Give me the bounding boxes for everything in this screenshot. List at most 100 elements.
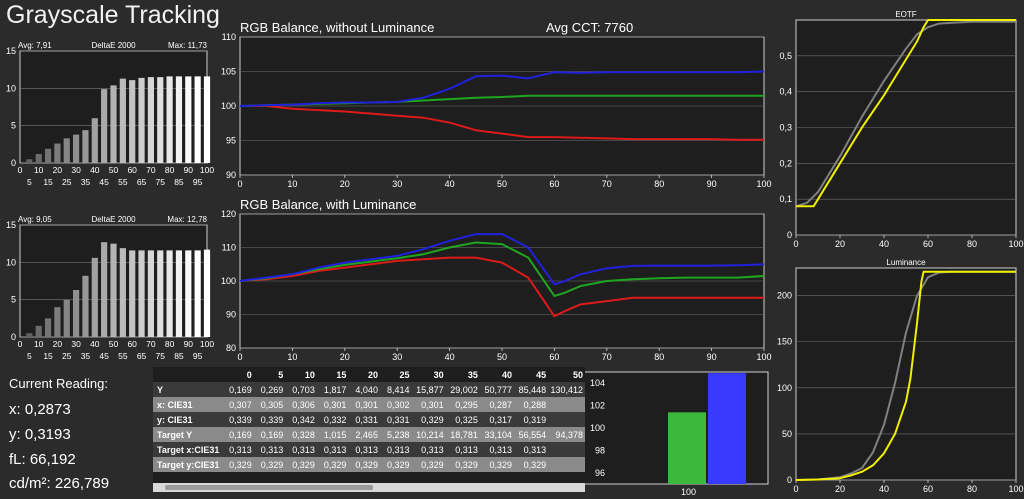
eotf-chart-x-tick-label: 100 <box>1008 239 1023 249</box>
table-cell: 0,302 <box>379 397 412 412</box>
deltae-chart-2-y-tick-label: 15 <box>6 220 16 230</box>
table-cell: 0,313 <box>222 442 254 457</box>
deltae-chart-2-x-tick-label-bottom: 75 <box>156 351 166 361</box>
table-cell: 0,307 <box>222 397 254 412</box>
table-cell: 0,301 <box>411 397 446 412</box>
table-cell: 0,703 <box>285 382 317 397</box>
deltae-chart-2-bar <box>54 307 61 337</box>
table-scrollbar-thumb[interactable] <box>165 485 373 490</box>
deltae-chart-2-bar <box>63 299 70 337</box>
deltae-chart-1-x-tick-label-top: 100 <box>200 165 214 175</box>
deltae-chart-2-x-tick-label-top: 70 <box>146 339 156 349</box>
deltae-chart-2-x-tick-label-bottom: 15 <box>43 351 53 361</box>
rgb-balance-chart-1-x-tick-label: 80 <box>654 179 664 189</box>
table-cell: 0,269 <box>253 382 286 397</box>
rgb-balance-chart-2-x-tick-label: 0 <box>237 352 242 362</box>
table-header-cell: 15 <box>316 367 349 382</box>
deltae-chart-1-bar <box>82 130 89 163</box>
table-row-label: Target Y <box>153 427 223 442</box>
deltae-chart-2-x-tick-label-bottom: 65 <box>137 351 147 361</box>
eotf-chart-x-tick-label: 40 <box>879 239 889 249</box>
table-cell: 29,002 <box>445 382 480 397</box>
table-cell: 0,339 <box>222 412 254 427</box>
deltae-chart-1-x-tick-label-top: 30 <box>71 165 81 175</box>
deltae-chart-1-x-tick-label-bottom: 85 <box>174 177 184 187</box>
luminance-chart-x-tick-label: 40 <box>879 484 889 494</box>
deltae-chart-1-bar <box>166 76 173 163</box>
luminance-chart-y-tick-label: 100 <box>777 383 792 393</box>
deltae-chart-2-bar <box>147 250 154 337</box>
deltae-chart-1-bar <box>147 77 154 163</box>
table-cell: 0,301 <box>316 397 349 412</box>
eotf-chart-y-tick-label: 0,3 <box>779 123 792 133</box>
deltae-chart-2-x-tick-label-top: 90 <box>184 339 194 349</box>
table-cell: 94,378 <box>548 427 585 442</box>
table-cell: 0,339 <box>253 412 286 427</box>
table-cell: 0,317 <box>479 412 514 427</box>
measurement-table[interactable]: 0 5 10 15 20 25 30 35 40 45 50 Y 0,169 0,269 0,703 1,81… <box>153 367 585 492</box>
rgb-bars-chart-x-tick-label: 100 <box>681 487 696 497</box>
current-reading-fl: fL: 66,192 <box>9 451 76 468</box>
deltae-chart-2-bar <box>101 242 108 337</box>
deltae-chart-2-x-tick-label-top: 60 <box>127 339 137 349</box>
deltae-chart-1-bar <box>73 134 80 163</box>
deltae-chart-2-x-tick-label-bottom: 35 <box>81 351 91 361</box>
rgb-balance-chart-2-y-tick-label: 120 <box>221 209 236 219</box>
deltae-chart-2-bar <box>44 318 52 337</box>
deltae-chart-1-x-tick-label-bottom: 45 <box>99 177 109 187</box>
rgb-balance-chart-1-x-tick-label: 10 <box>287 179 297 189</box>
eotf-chart-y-tick-label: 0,4 <box>779 87 792 97</box>
table-horizontal-scrollbar[interactable] <box>153 483 585 492</box>
luminance-chart-y-tick-label: 150 <box>777 337 792 347</box>
deltae-chart-2-avg-label: Avg: 9,05 <box>18 215 52 224</box>
deltae-chart-2-bar <box>82 275 89 337</box>
table-header-row: 0 5 10 15 20 25 30 35 40 45 50 <box>153 367 585 382</box>
table-row: Target Y 0,169 0,169 0,328 1,015 2,465 5,238 10… <box>153 427 585 442</box>
table-cell: 0,313 <box>285 442 317 457</box>
deltae-chart-2-bar <box>166 250 173 337</box>
deltae-chart-1-y-tick-label: 5 <box>11 121 16 131</box>
table-cell: 0,313 <box>316 442 349 457</box>
deltae-chart-1-y-tick-label: 10 <box>6 83 16 93</box>
table-cell: 0,301 <box>348 397 380 412</box>
table-row: x: CIE31 0,307 0,305 0,306 0,301 0,301 0,302 0,… <box>153 397 585 412</box>
luminance-chart-x-tick-label: 0 <box>793 484 798 494</box>
deltae-chart-1-x-tick-label-top: 50 <box>109 165 119 175</box>
table-cell: 4,040 <box>348 382 380 397</box>
rgb-balance-chart-1-y-tick-label: 100 <box>221 101 236 111</box>
deltae-chart-1-bar <box>157 77 164 163</box>
deltae-chart-1-x-tick-label-bottom: 75 <box>156 177 166 187</box>
deltae-chart-2-max-label: Max: 12,78 <box>167 215 207 224</box>
table-cell: 0,329 <box>316 457 349 472</box>
rgb-balance-chart-2-x-tick-label: 80 <box>654 352 664 362</box>
luminance-chart-y-tick-label: 0 <box>787 475 792 485</box>
deltae-chart-2-y-tick-label: 5 <box>11 295 16 305</box>
deltae-chart-2-x-tick-label-bottom: 55 <box>118 351 128 361</box>
luminance-chart-x-tick-label: 100 <box>1008 484 1023 494</box>
luminance-chart-title: Luminance <box>886 258 926 267</box>
rgb-balance-chart-2-y-tick-label: 90 <box>226 310 236 320</box>
table-row: Target y:CIE31 0,329 0,329 0,329 0,329 0,329 0… <box>153 457 585 472</box>
deltae-chart-1-bar <box>54 143 61 163</box>
deltae-chart-2-bar <box>110 243 117 337</box>
table-row-label: Target x:CIE31 <box>153 442 223 457</box>
luminance-chart-x-tick-label: 20 <box>835 484 845 494</box>
deltae-chart-1-x-tick-label-top: 90 <box>184 165 194 175</box>
rgb-balance-chart-2-x-tick-label: 90 <box>707 352 717 362</box>
table-header-cell: 0 <box>222 367 254 382</box>
deltae-chart-1-bar <box>175 76 183 163</box>
rgb-balance-chart-1-x-tick-label: 70 <box>602 179 612 189</box>
table-cell: 0,313 <box>479 442 514 457</box>
rgb-balance-chart-2-x-tick-label: 40 <box>445 352 455 362</box>
rgb-balance-chart-1-x-tick-label: 50 <box>497 179 507 189</box>
table-cell: 0,329 <box>348 457 380 472</box>
deltae-chart-2-x-tick-label-top: 80 <box>165 339 175 349</box>
rgb-balance-chart-2-x-tick-label: 20 <box>340 352 350 362</box>
deltae-chart-1-x-tick-label-bottom: 25 <box>62 177 72 187</box>
deltae-chart-1-x-tick-label-top: 20 <box>53 165 63 175</box>
deltae-chart-2-bar <box>138 250 145 337</box>
table-cell: 0,313 <box>411 442 446 457</box>
table-cell: 50,777 <box>479 382 514 397</box>
deltae-chart-2-x-tick-label-top: 30 <box>71 339 81 349</box>
table-cell: 0,328 <box>285 427 317 442</box>
